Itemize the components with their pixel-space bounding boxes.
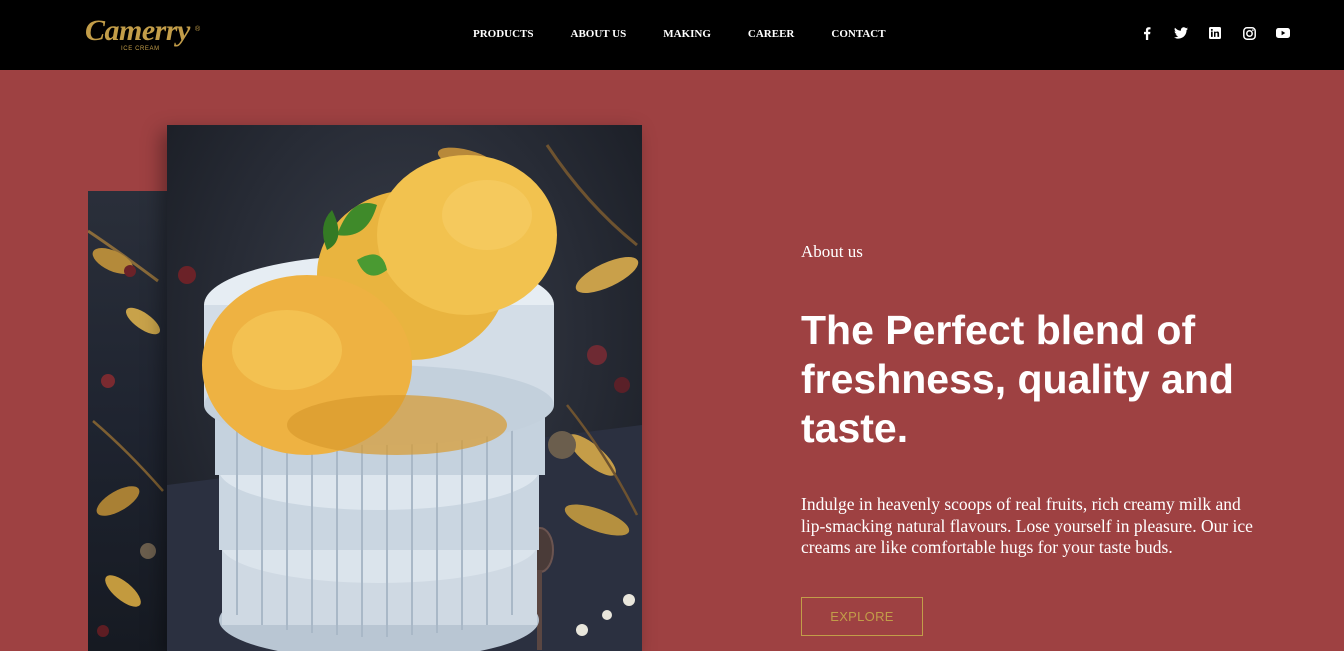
- youtube-icon[interactable]: [1276, 26, 1290, 40]
- nav-item-contact[interactable]: CONTACT: [831, 26, 885, 42]
- nav-item-about-us[interactable]: ABOUT US: [571, 26, 627, 42]
- linkedin-icon[interactable]: [1208, 26, 1222, 40]
- hero-description: Indulge in heavenly scoops of real fruit…: [801, 494, 1253, 557]
- nav-item-products[interactable]: PRODUCTS: [473, 26, 534, 42]
- nav-item-making[interactable]: MAKING: [663, 26, 711, 42]
- facebook-icon[interactable]: [1140, 26, 1154, 40]
- brand-tagline: ICE CREAM: [121, 46, 160, 52]
- social-links: [1140, 25, 1290, 41]
- site-header: Camerry ® ICE CREAM PRODUCTS ABOUT US MA…: [0, 0, 1344, 70]
- section-eyebrow: About us: [801, 242, 863, 261]
- twitter-icon[interactable]: [1174, 26, 1188, 40]
- registered-mark: ®: [195, 26, 201, 33]
- hero-headline: The Perfect blend of freshness, quality …: [801, 307, 1234, 451]
- explore-button[interactable]: EXPLORE: [801, 597, 923, 636]
- ice-cream-photo: [167, 125, 642, 651]
- secondary-food-photo: [88, 191, 168, 651]
- nav-item-career[interactable]: CAREER: [748, 26, 794, 42]
- instagram-icon[interactable]: [1242, 26, 1256, 40]
- brand-logo[interactable]: Camerry ® ICE CREAM: [85, 14, 200, 52]
- brand-name: Camerry: [85, 14, 190, 47]
- main-nav: PRODUCTS ABOUT US MAKING CAREER CONTACT: [473, 26, 886, 42]
